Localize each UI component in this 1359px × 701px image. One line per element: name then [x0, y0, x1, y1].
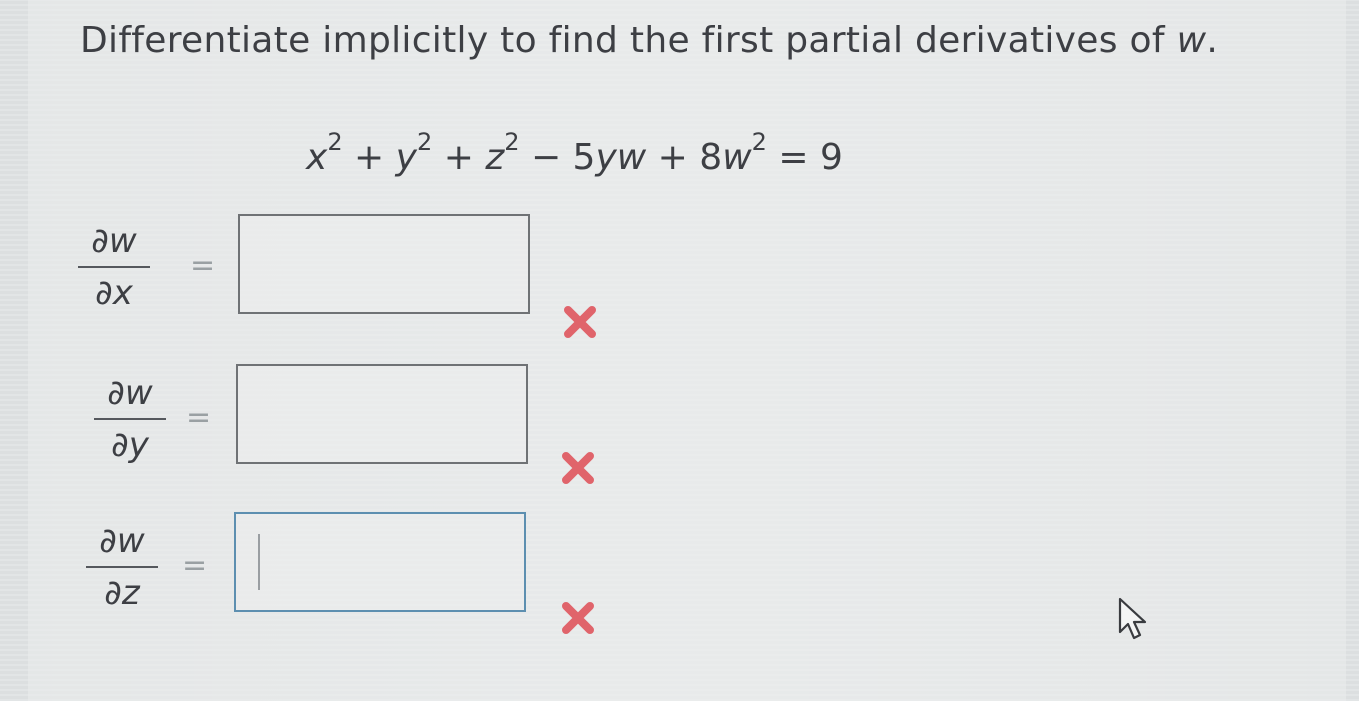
- fraction-denominator: ∂y: [111, 425, 149, 465]
- answer-row-dwdy: ∂w ∂y =: [0, 364, 700, 490]
- eq-term: yw: [595, 137, 647, 178]
- x-mark-icon: [562, 602, 594, 634]
- eq-exponent: 2: [504, 128, 520, 156]
- equals-sign: =: [186, 400, 212, 435]
- eq-term: w: [722, 137, 752, 178]
- fraction-numerator: ∂w: [91, 221, 137, 261]
- equation: x2 + y2 + z2 − 5yw + 8w2 = 9: [306, 128, 843, 178]
- page: Differentiate implicitly to find the fir…: [0, 0, 1359, 701]
- question-variable: w: [1176, 20, 1207, 61]
- answer-row-dwdz: ∂w ∂z =: [0, 512, 700, 638]
- eq-operator: +: [432, 137, 486, 178]
- answer-input-dwdz[interactable]: [234, 512, 526, 612]
- fraction-denominator: ∂x: [95, 273, 133, 313]
- mouse-pointer-icon: [1118, 597, 1147, 640]
- answer-row-dwdx: ∂w ∂x =: [0, 214, 700, 338]
- partial-derivative-label-y: ∂w ∂y: [90, 370, 170, 468]
- answer-input-dwdy[interactable]: [236, 364, 528, 464]
- equals-sign: =: [182, 548, 208, 583]
- fraction-bar: [78, 266, 150, 268]
- eq-term: x: [306, 137, 328, 178]
- eq-rhs: = 9: [766, 137, 843, 178]
- fraction-denominator: ∂z: [104, 573, 140, 613]
- x-mark-icon: [562, 452, 594, 484]
- eq-operator: +: [342, 137, 396, 178]
- fraction-numerator: ∂w: [107, 373, 153, 413]
- eq-term: z: [485, 137, 505, 178]
- x-mark-icon: [564, 306, 596, 338]
- eq-exponent: 2: [327, 128, 343, 156]
- eq-exponent: 2: [751, 128, 767, 156]
- fraction-numerator: ∂w: [99, 521, 145, 561]
- eq-exponent: 2: [416, 128, 433, 156]
- equals-sign: =: [190, 248, 216, 283]
- question-suffix: .: [1206, 20, 1219, 61]
- partial-derivative-label-x: ∂w ∂x: [74, 218, 154, 316]
- eq-term: y: [395, 137, 417, 178]
- question-text: Differentiate implicitly to find the fir…: [80, 20, 1218, 61]
- question-prefix: Differentiate implicitly to find the fir…: [80, 20, 1165, 61]
- fraction-bar: [94, 418, 166, 420]
- answer-input-dwdx[interactable]: [238, 214, 530, 314]
- fraction-bar: [86, 566, 158, 568]
- eq-operator: + 8: [646, 137, 723, 178]
- text-caret: [258, 534, 260, 590]
- eq-operator: − 5: [519, 137, 596, 178]
- partial-derivative-label-z: ∂w ∂z: [82, 518, 162, 616]
